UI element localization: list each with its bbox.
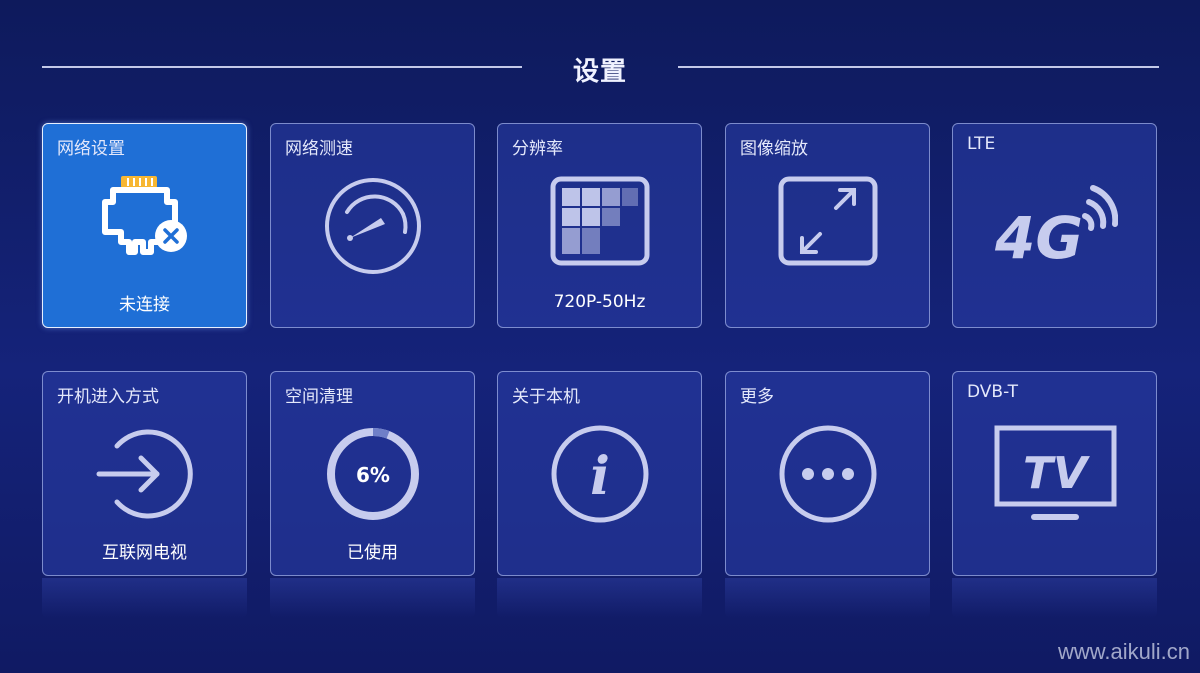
tile-label: 空间清理 — [285, 387, 353, 407]
tile-reflection — [497, 578, 702, 618]
image-zoom-icon — [778, 176, 878, 266]
tv-icon: TV — [993, 424, 1118, 524]
usage-percent: 6% — [356, 463, 390, 487]
ethernet-disconnected-icon — [95, 172, 195, 272]
enter-arrow-icon — [95, 424, 195, 524]
tile-status: 未连接 — [119, 295, 170, 315]
tile-reflection — [270, 578, 475, 618]
tv-text: TV — [1023, 448, 1090, 499]
tile-label: 分辨率 — [512, 139, 563, 159]
tile-boot-mode[interactable]: 开机进入方式 互联网电视 — [42, 371, 247, 576]
header-divider-left — [42, 66, 522, 68]
more-dots-icon — [778, 424, 878, 524]
header-divider-right — [678, 66, 1159, 68]
4g-signal-icon: 4G — [993, 176, 1118, 276]
tile-about-device[interactable]: 关于本机 i — [497, 371, 702, 576]
tile-label: 开机进入方式 — [57, 387, 159, 407]
tile-reflection — [725, 578, 930, 618]
tile-label: DVB-T — [967, 382, 1019, 402]
tile-storage-cleanup[interactable]: 空间清理 6% 已使用 — [270, 371, 475, 576]
watermark: www.aikuli.cn — [1057, 639, 1190, 664]
tile-dvb-t[interactable]: DVB-T TV — [952, 371, 1157, 576]
tile-network-settings[interactable]: 网络设置 未连接 — [42, 123, 247, 328]
info-glyph: i — [590, 446, 610, 507]
storage-ring-icon: 6% — [323, 424, 423, 524]
tile-status: 互联网电视 — [102, 543, 187, 563]
tile-more[interactable]: 更多 — [725, 371, 930, 576]
tile-label: 更多 — [740, 387, 774, 407]
tile-label: 网络设置 — [57, 139, 125, 159]
tile-status: 720P-50Hz — [553, 292, 646, 312]
tile-image-zoom[interactable]: 图像缩放 — [725, 123, 930, 328]
speedometer-icon — [323, 176, 423, 276]
tile-label: LTE — [967, 134, 996, 154]
4g-text: 4G — [994, 204, 1083, 272]
tile-label: 网络测速 — [285, 139, 353, 159]
tile-label: 关于本机 — [512, 387, 580, 407]
info-icon: i — [550, 424, 650, 524]
page-header: 设置 — [0, 46, 1200, 90]
tile-reflection — [42, 578, 247, 618]
tile-reflection — [952, 578, 1157, 618]
tile-resolution[interactable]: 分辨率 720P-50Hz — [497, 123, 702, 328]
tile-network-speedtest[interactable]: 网络测速 — [270, 123, 475, 328]
tile-label: 图像缩放 — [740, 139, 808, 159]
tile-status: 已使用 — [347, 543, 398, 563]
tile-lte[interactable]: LTE 4G — [952, 123, 1157, 328]
page-title: 设置 — [572, 57, 627, 87]
resolution-grid-icon — [550, 176, 650, 266]
